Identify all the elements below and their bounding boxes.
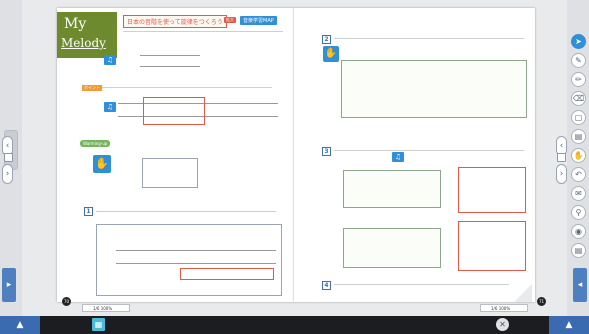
highlight-box — [143, 97, 205, 125]
instruction-line — [123, 31, 283, 32]
marker-tool-icon[interactable]: ✏ — [571, 72, 586, 87]
composition-grid[interactable] — [341, 60, 527, 118]
warmup-staff-box — [142, 158, 198, 188]
boy-illustration — [458, 221, 526, 271]
menu-up-right-icon[interactable]: ▲ — [549, 316, 589, 334]
composition-staff — [116, 250, 276, 264]
contour-grid-2 — [343, 228, 441, 268]
logo-text-my: My — [64, 16, 87, 32]
shape-tool-icon[interactable]: ▢ — [571, 110, 586, 125]
comment-tool-icon[interactable]: ✉ — [571, 186, 586, 201]
hand-touch-icon-2[interactable]: ✋ — [323, 46, 339, 62]
girl-illustration — [458, 167, 526, 213]
scale-staff — [140, 55, 200, 67]
next-page-chevron-icon[interactable]: › — [2, 164, 13, 184]
clipboard-tool-icon[interactable]: ▤ — [571, 243, 586, 258]
learning-map-link[interactable]: 音楽学習MAP — [240, 16, 277, 25]
warming-up-label: Warming-up — [80, 140, 111, 147]
spread-view-icon[interactable]: ▦ — [92, 318, 105, 331]
section-number-3: 3 — [322, 147, 331, 156]
speaker-icon-2[interactable]: ♫ — [104, 102, 116, 112]
section-number-4: 4 — [322, 281, 331, 290]
speaker-icon-3[interactable]: ♫ — [392, 152, 404, 162]
hand-tool-icon[interactable]: ✋ — [571, 148, 586, 163]
right-page-thumb-icon[interactable] — [557, 153, 566, 162]
right-next-chevron-icon[interactable]: › — [556, 164, 567, 184]
section4-text-line — [334, 284, 509, 285]
point-tag: ポイント — [82, 85, 102, 91]
hand-touch-icon[interactable]: ✋ — [93, 155, 111, 173]
section-number-2: 2 — [322, 35, 331, 44]
page-thumb-icon[interactable] — [4, 153, 13, 162]
text-line — [82, 87, 272, 88]
close-icon[interactable]: ✕ — [496, 318, 509, 331]
menu-up-icon[interactable]: ▲ — [0, 316, 40, 334]
speaker-icon[interactable]: ♫ — [104, 55, 116, 65]
contour-grid-1 — [343, 170, 441, 208]
my-melody-logo: My Melody — [57, 12, 117, 58]
eraser-tool-icon[interactable]: ⌫ — [571, 91, 586, 106]
section3-text-line — [334, 150, 524, 151]
right-page-turn-button[interactable]: ◂ — [573, 268, 587, 302]
answer-boxes[interactable] — [180, 268, 274, 280]
title-badge[interactable]: 拡大 — [224, 17, 236, 23]
zoom-tool-icon[interactable]: ⚲ — [571, 205, 586, 220]
pointer-tool-icon[interactable]: ➤ — [571, 34, 586, 49]
logo-text-melody: Melody — [61, 36, 106, 50]
section2-text-line — [334, 38, 524, 39]
left-page-status[interactable]: 1/6 100% — [82, 304, 130, 312]
page-title: 日本の音階を使って旋律をつくろう — [123, 15, 227, 28]
undo-tool-icon[interactable]: ↶ — [571, 167, 586, 182]
pen-tool-icon[interactable]: ✎ — [571, 53, 586, 68]
section1-text-line — [96, 211, 276, 212]
right-page-status[interactable]: 1/6 100% — [480, 304, 528, 312]
right-page-number: 71 — [537, 297, 546, 306]
left-page-turn-button[interactable]: ▸ — [2, 268, 16, 302]
section-number-1: 1 — [84, 207, 93, 216]
camera-tool-icon[interactable]: ◉ — [571, 224, 586, 239]
book-tool-icon[interactable]: ▤ — [571, 129, 586, 144]
left-page-number: 70 — [62, 297, 71, 306]
